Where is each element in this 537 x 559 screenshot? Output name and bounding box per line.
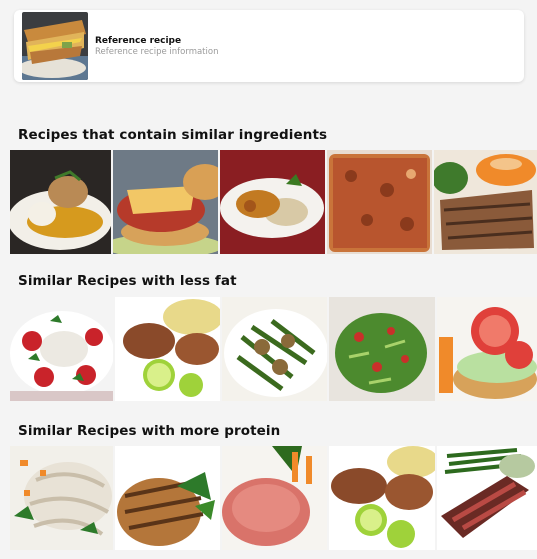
- reference-recipe-image: [22, 12, 88, 80]
- chicken-parmesan-sandwich-image[interactable]: [113, 150, 218, 254]
- section-title-less-fat: Similar Recipes with less fat: [18, 273, 237, 289]
- green-beans-mushroom-rice-image[interactable]: [222, 297, 327, 401]
- grilled-chicken-lime-image[interactable]: [329, 446, 435, 550]
- open-bagel-tomato-image[interactable]: [437, 297, 537, 401]
- ham-slice-vegetables-image[interactable]: [222, 446, 327, 550]
- pizza-slice-image[interactable]: [327, 150, 432, 254]
- less-fat-row: [10, 297, 537, 401]
- section-title-more-protein: Similar Recipes with more protein: [18, 423, 281, 439]
- chicken-rice-herbs-image[interactable]: [220, 150, 325, 254]
- grilled-chicken-lime-couscous-image[interactable]: [115, 297, 220, 401]
- herb-salad-bowl-image[interactable]: [329, 297, 435, 401]
- reference-recipe-card[interactable]: Reference recipe Reference recipe inform…: [14, 10, 524, 82]
- more-protein-row: [10, 446, 537, 550]
- reference-recipe-title: Reference recipe: [95, 36, 182, 46]
- section-title-similar-ingredients: Recipes that contain similar ingredients: [18, 127, 328, 143]
- sliced-turkey-carrots-image[interactable]: [10, 446, 113, 550]
- chicken-mashed-potato-image[interactable]: [10, 150, 111, 254]
- similar-ingredients-row: [10, 150, 537, 254]
- reference-recipe-subtitle: Reference recipe information: [95, 47, 219, 57]
- grilled-chicken-basil-image[interactable]: [115, 446, 220, 550]
- grilled-salmon-sweet-potato-image[interactable]: [434, 150, 537, 254]
- sliced-steak-green-beans-image[interactable]: [437, 446, 537, 550]
- caprese-salad-image[interactable]: [10, 297, 113, 401]
